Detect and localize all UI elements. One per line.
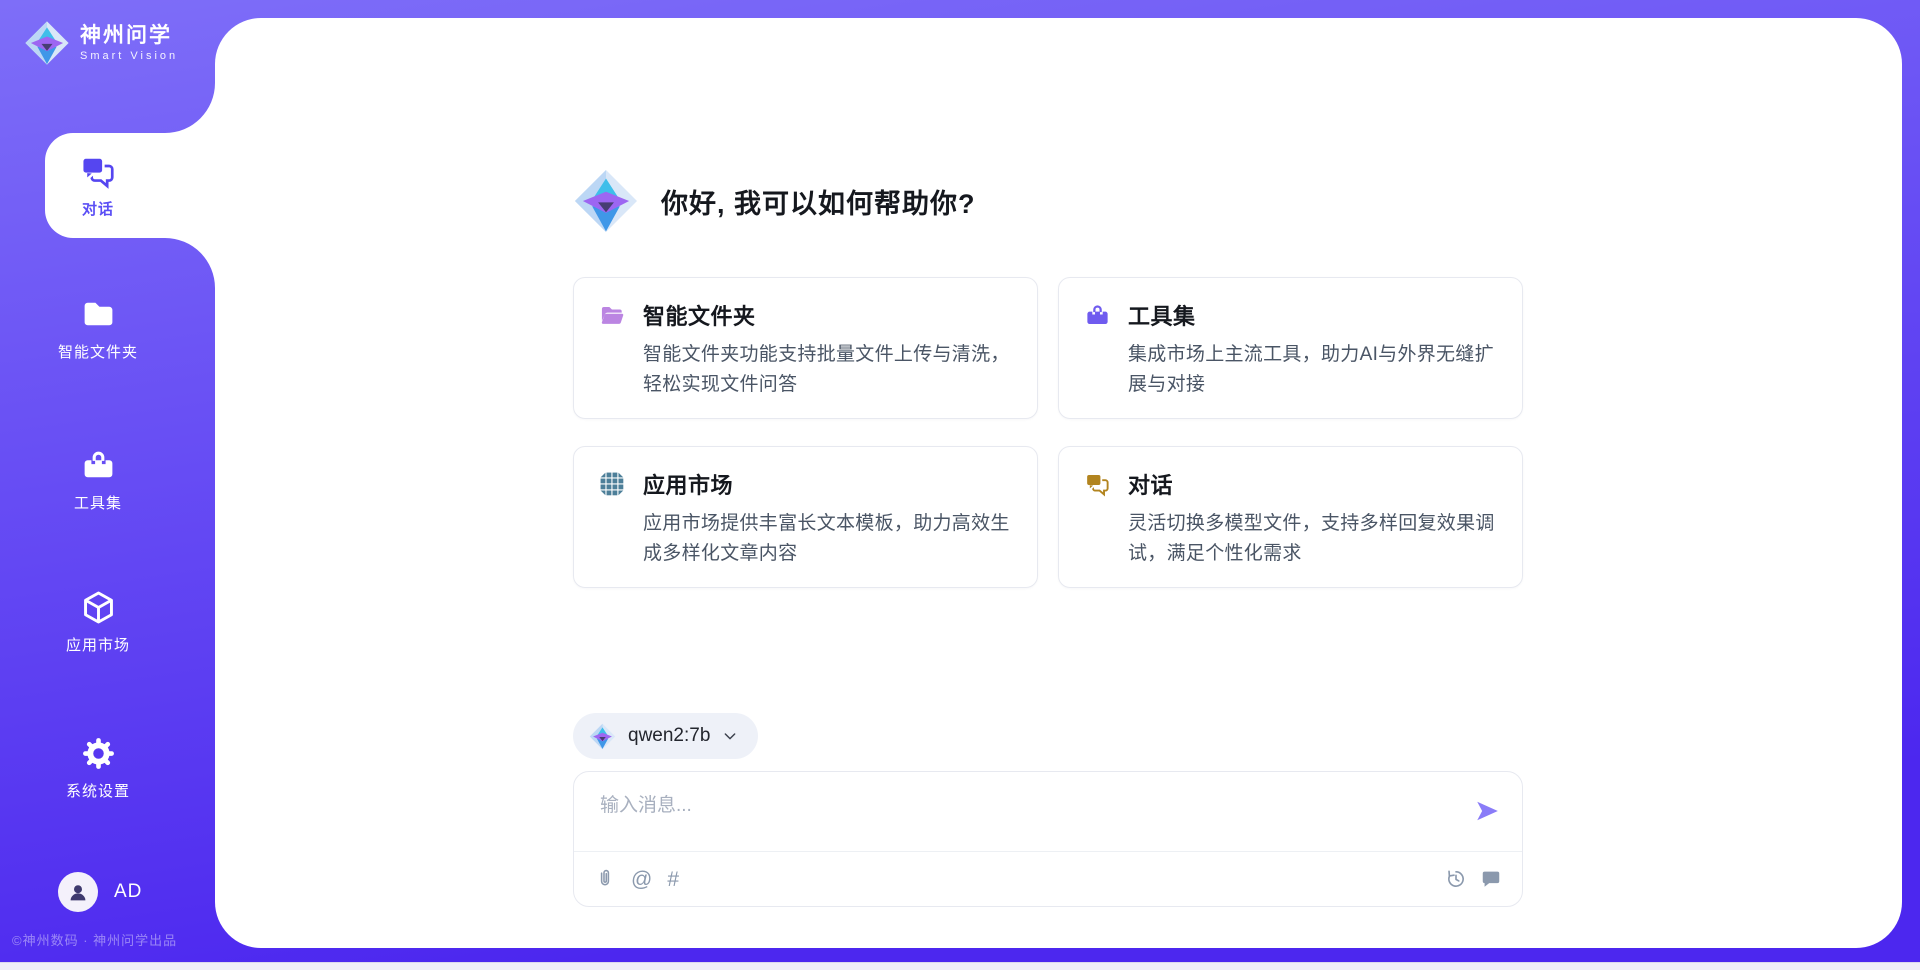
chevron-down-icon [722, 728, 738, 744]
sidebar-item-settings[interactable]: 系统设置 [0, 735, 196, 801]
card-title: 工具集 [1128, 299, 1196, 331]
composer-toolbar: @ # [574, 852, 1522, 906]
brand-name: 神州问学 [80, 24, 178, 48]
sidebar-item-label: 对话 [82, 198, 114, 219]
sidebar: 神州问学 Smart Vision 对话 智能文件夹 工具集 应用市场 系统设置… [0, 0, 215, 962]
model-selector[interactable]: qwen2:7b [573, 713, 758, 759]
greeting-gem-icon [573, 168, 639, 234]
composer: @ # [573, 771, 1523, 907]
greeting: 你好, 我可以如何帮助你? [573, 168, 1523, 234]
sidebar-item-smart-folder[interactable]: 智能文件夹 [0, 296, 196, 362]
sidebar-item-app-market[interactable]: 应用市场 [0, 589, 196, 655]
toolbox-icon [1084, 302, 1111, 329]
sidebar-footer: ©神州数码 · 神州问学出品 [12, 930, 177, 949]
sidebar-item-label: 系统设置 [66, 780, 130, 801]
main-panel: 你好, 我可以如何帮助你? 智能文件夹 智能文件夹功能支持批量文件上传与清洗，轻… [215, 18, 1902, 948]
card-description: 灵活切换多模型文件，支持多样回复效果调试，满足个性化需求 [1128, 509, 1513, 569]
brand-logo: 神州问学 Smart Vision [24, 20, 178, 66]
send-icon [1474, 798, 1500, 824]
feature-cards: 智能文件夹 智能文件夹功能支持批量文件上传与清洗，轻松实现文件问答 工具集 集成… [573, 277, 1523, 588]
hashtag-button[interactable]: # [667, 869, 679, 890]
card-title: 应用市场 [643, 468, 733, 500]
card-title: 智能文件夹 [643, 299, 756, 331]
sidebar-item-label: 应用市场 [66, 634, 130, 655]
folder-icon [80, 296, 117, 333]
user-menu[interactable]: AD [58, 872, 142, 912]
grid-cube-icon [599, 471, 626, 498]
card-app-market[interactable]: 应用市场 应用市场提供丰富长文本模板，助力高效生成多样化文章内容 [573, 446, 1038, 588]
sidebar-item-label: 工具集 [74, 492, 122, 513]
avatar [58, 872, 98, 912]
chat-icon [1084, 471, 1111, 498]
person-icon [66, 880, 90, 904]
folder-open-icon [599, 302, 626, 329]
greeting-text: 你好, 我可以如何帮助你? [661, 182, 976, 221]
gear-icon [80, 735, 117, 772]
at-icon: @ [631, 869, 652, 890]
mention-button[interactable]: @ [631, 869, 652, 890]
cube-icon [80, 589, 117, 626]
chat-bubble-icon [1480, 868, 1502, 890]
card-chat[interactable]: 对话 灵活切换多模型文件，支持多样回复效果调试，满足个性化需求 [1058, 446, 1523, 588]
hash-icon: # [667, 869, 679, 890]
send-button[interactable] [1474, 798, 1500, 824]
model-name: qwen2:7b [628, 725, 710, 747]
paperclip-icon [594, 868, 616, 890]
user-initials: AD [114, 881, 142, 903]
toolbox-icon [80, 447, 117, 484]
brand-gem-icon [24, 20, 70, 66]
card-description: 智能文件夹功能支持批量文件上传与清洗，轻松实现文件问答 [643, 340, 1028, 400]
card-description: 集成市场上主流工具，助力AI与外界无缝扩展与对接 [1128, 340, 1513, 400]
attach-button[interactable] [594, 868, 616, 890]
sidebar-item-toolset[interactable]: 工具集 [0, 447, 196, 513]
chat-icon [79, 153, 117, 191]
sidebar-item-chat[interactable]: 对话 [45, 133, 151, 238]
app-root: { "brand": { "name": "神州问学", "tagline": … [0, 0, 1920, 970]
brand-tagline: Smart Vision [80, 50, 178, 62]
message-input[interactable] [600, 790, 1460, 844]
card-title: 对话 [1128, 468, 1173, 500]
history-button[interactable] [1445, 868, 1467, 890]
model-gem-icon [589, 723, 616, 750]
quick-chat-button[interactable] [1480, 868, 1502, 890]
history-icon [1445, 868, 1467, 890]
card-toolset[interactable]: 工具集 集成市场上主流工具，助力AI与外界无缝扩展与对接 [1058, 277, 1523, 419]
card-description: 应用市场提供丰富长文本模板，助力高效生成多样化文章内容 [643, 509, 1028, 569]
window-bottom-strip [0, 962, 1920, 970]
sidebar-item-label: 智能文件夹 [58, 341, 138, 362]
card-smart-folder[interactable]: 智能文件夹 智能文件夹功能支持批量文件上传与清洗，轻松实现文件问答 [573, 277, 1038, 419]
